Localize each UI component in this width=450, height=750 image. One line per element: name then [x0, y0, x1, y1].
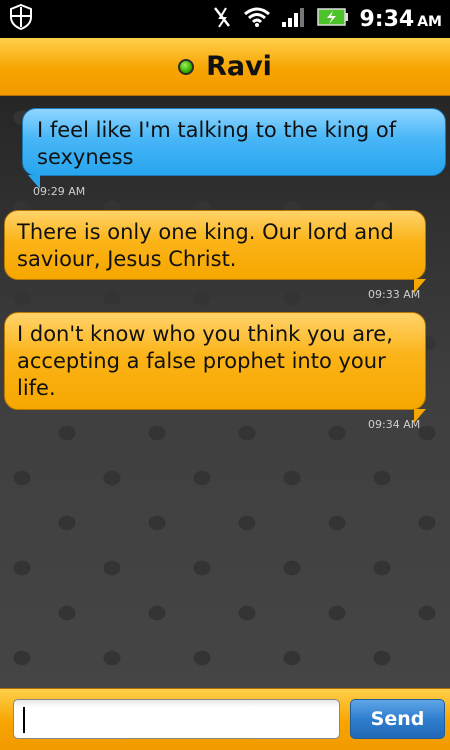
- wifi-icon: [243, 6, 271, 32]
- composer-bar: Send: [0, 688, 450, 750]
- text-cursor: [23, 707, 25, 733]
- message-timestamp: 09:33 AM: [368, 288, 421, 301]
- message-timestamp: 09:29 AM: [33, 185, 86, 198]
- message-bubble-sent[interactable]: I feel like I'm talking to the king of s…: [22, 108, 446, 176]
- message-text: I don't know who you think you are, acce…: [17, 322, 393, 400]
- message-bubble-received[interactable]: I don't know who you think you are, acce…: [4, 312, 426, 410]
- no-signal-icon: [211, 5, 233, 33]
- signal-bars-icon: [281, 6, 307, 32]
- send-button[interactable]: Send: [350, 699, 445, 739]
- battery-charging-icon: [317, 7, 349, 31]
- message-list[interactable]: I feel like I'm talking to the king of s…: [0, 96, 450, 688]
- status-clock: 9:34 AM: [359, 7, 442, 32]
- chat-header: Ravi: [0, 38, 450, 96]
- contact-name[interactable]: Ravi: [206, 51, 272, 82]
- status-bar: 9:34 AM: [0, 0, 450, 38]
- message-text: There is only one king. Our lord and sav…: [17, 220, 394, 271]
- clock-time: 9:34: [359, 6, 415, 32]
- online-status-dot: [178, 58, 195, 75]
- shield-icon: [8, 3, 34, 35]
- message-timestamp: 09:34 AM: [368, 418, 421, 431]
- message-input[interactable]: [13, 699, 340, 739]
- message-text: I feel like I'm talking to the king of s…: [37, 118, 397, 169]
- clock-ampm: AM: [417, 13, 442, 30]
- message-bubble-received[interactable]: There is only one king. Our lord and sav…: [4, 210, 426, 280]
